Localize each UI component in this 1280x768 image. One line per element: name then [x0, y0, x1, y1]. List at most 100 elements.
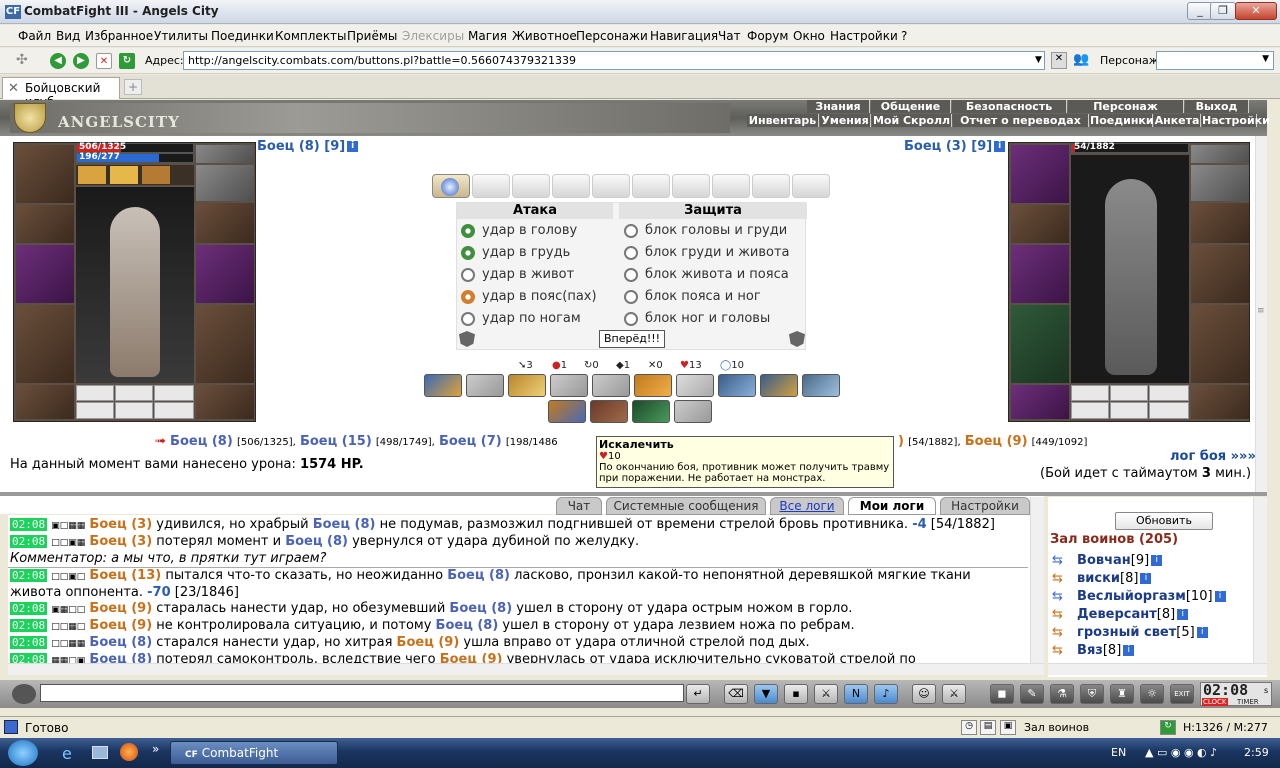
belt-slot[interactable] — [1011, 385, 1069, 419]
emoji-icon[interactable]: ☺ — [912, 684, 936, 704]
warrior-item[interactable]: ⇆ грозный свет[5] i — [1052, 625, 1208, 640]
menu-pet[interactable]: Животное — [512, 29, 577, 43]
menu-sets[interactable]: Комплекты — [275, 29, 347, 43]
go-button[interactable]: Вперёд!!! — [599, 330, 665, 348]
menu-magic[interactable]: Магия — [468, 29, 507, 43]
fighter-link[interactable]: Боец (15) — [300, 434, 372, 449]
fighter-link[interactable]: Боец (8) — [170, 434, 233, 449]
battle-log-link[interactable]: лог боя »»» — [1170, 449, 1256, 464]
menu-view[interactable]: Вид — [56, 29, 80, 43]
empty-slot[interactable] — [115, 385, 153, 401]
menu-characters[interactable]: Персонажи — [576, 29, 648, 43]
nav-transfers[interactable]: Отчет о переводах — [953, 114, 1089, 127]
maximize-button[interactable]: ❐ — [1210, 2, 1236, 20]
inventory-icon[interactable]: ⚗ — [1050, 684, 1074, 704]
smiley-icon[interactable] — [12, 684, 36, 704]
menu-navigation[interactable]: Навигация — [650, 29, 718, 43]
block-chest-belly-radio[interactable] — [624, 246, 638, 260]
menu-elixirs[interactable]: Элексиры — [402, 29, 464, 43]
trick-icon[interactable] — [508, 374, 546, 397]
boots-slot[interactable] — [196, 385, 254, 419]
new-tab-button[interactable]: + — [124, 79, 142, 95]
nav-character[interactable]: Персонаж — [1068, 100, 1184, 113]
forward-icon[interactable]: ▶ — [73, 53, 89, 69]
save-icon[interactable]: ▪ — [784, 684, 808, 704]
chevron-down-icon[interactable]: ▼ — [1033, 52, 1044, 69]
warrior-item[interactable]: ⇆ виски[8] i — [1052, 571, 1152, 586]
refresh-button[interactable]: Обновить — [1115, 512, 1213, 530]
scroll-slot[interactable] — [552, 174, 590, 198]
fighter-link[interactable]: Боец (7) — [439, 434, 502, 449]
block-legs-head-radio[interactable] — [624, 312, 638, 326]
tray-icons[interactable]: ▲ ▭ ◉ ◉ ◐ ♪ — [1145, 746, 1217, 759]
chat-input[interactable] — [40, 684, 684, 702]
menu-favorites[interactable]: Избранное — [85, 29, 153, 43]
menu-techniques[interactable]: Приёмы — [347, 29, 397, 43]
armor-slot[interactable] — [1011, 305, 1069, 383]
tab-my-logs[interactable]: Мои логи — [848, 497, 936, 515]
window-icon[interactable]: ▣ — [1000, 720, 1016, 735]
sound-icon[interactable]: ♪ — [874, 684, 898, 704]
trick-icon[interactable] — [548, 400, 586, 423]
legs-slot[interactable] — [196, 305, 254, 383]
scroll-slot[interactable] — [472, 174, 510, 198]
close-button[interactable]: ✕ — [1235, 2, 1277, 20]
scroll-slot[interactable] — [592, 174, 630, 198]
block-head-chest-radio[interactable] — [624, 224, 638, 238]
nav-security[interactable]: Безопасность — [952, 100, 1067, 113]
trick-icon[interactable] — [550, 374, 588, 397]
helmet-slot[interactable] — [1011, 145, 1069, 203]
scroll-slot[interactable] — [792, 174, 830, 198]
nav-settings[interactable]: Настройки — [1202, 114, 1270, 127]
armor-slot[interactable] — [16, 305, 74, 383]
right-fighter-name[interactable]: Боец (3) [9] i — [904, 139, 1006, 154]
ring-slot[interactable] — [196, 145, 254, 163]
warrior-item[interactable]: ⇆ Веслыйоргазм[10] i — [1052, 589, 1226, 604]
exit-icon[interactable]: EXIT — [1170, 684, 1194, 704]
send-icon[interactable]: ↵ — [686, 684, 710, 704]
back-icon[interactable]: ◀ — [50, 53, 66, 69]
language-indicator[interactable]: EN — [1111, 746, 1126, 759]
shield-slot[interactable] — [196, 245, 254, 303]
group-icon[interactable]: ☼ — [1140, 684, 1164, 704]
nav-skills[interactable]: Умения — [820, 114, 871, 127]
nav-profile[interactable]: Анкета — [1154, 114, 1201, 127]
stop-icon[interactable]: ✕ — [96, 53, 112, 69]
trick-icon[interactable] — [466, 374, 504, 397]
castle-icon[interactable]: ♜ — [1110, 684, 1134, 704]
bag-icon[interactable]: ◼ — [990, 684, 1014, 704]
info-icon[interactable]: i — [994, 141, 1006, 152]
scroll-slot[interactable] — [512, 174, 550, 198]
ie-icon[interactable]: e — [62, 744, 72, 763]
refresh-status-icon[interactable]: ↻ — [1160, 720, 1176, 735]
firefox-icon[interactable] — [120, 743, 138, 761]
translit-icon[interactable]: N — [844, 684, 868, 704]
empty-slot[interactable] — [1071, 402, 1109, 419]
filter-icon[interactable]: ▼ — [754, 684, 778, 704]
log-hscrollbar[interactable] — [8, 663, 1044, 675]
scroll-slot[interactable] — [752, 174, 790, 198]
amulet-slot[interactable] — [1191, 165, 1249, 201]
scroll-slot[interactable] — [672, 174, 710, 198]
persona-select[interactable]: ▼ — [1156, 51, 1274, 70]
fight-icon[interactable]: ⚔ — [814, 684, 838, 704]
empty-slot[interactable] — [76, 402, 114, 419]
attack-chest-radio[interactable] — [461, 246, 475, 260]
timer-icon[interactable]: ◷ — [961, 720, 977, 735]
shield-icon[interactable] — [459, 331, 475, 347]
boots-slot[interactable] — [1191, 385, 1249, 419]
desktop-icon[interactable] — [92, 746, 108, 759]
tab-chat-settings[interactable]: Настройки — [940, 497, 1030, 515]
empty-slot[interactable] — [1110, 402, 1148, 419]
nav-battles[interactable]: Поединки — [1090, 114, 1154, 127]
warrior-item[interactable]: ⇆ Вяз[8] i — [1052, 643, 1135, 658]
menu-utilities[interactable]: Утилиты — [154, 29, 208, 43]
attack-belly-radio[interactable] — [461, 268, 475, 282]
menu-file[interactable]: Файл — [18, 29, 51, 43]
scrollbar[interactable]: ≡ — [1255, 136, 1267, 492]
menu-settings[interactable]: Настройки — [830, 29, 898, 43]
scroll-slot[interactable] — [432, 174, 470, 198]
empty-slot[interactable] — [1149, 402, 1189, 419]
buff-icon[interactable] — [110, 166, 138, 184]
tab-all-logs[interactable]: Все логи — [770, 497, 844, 515]
